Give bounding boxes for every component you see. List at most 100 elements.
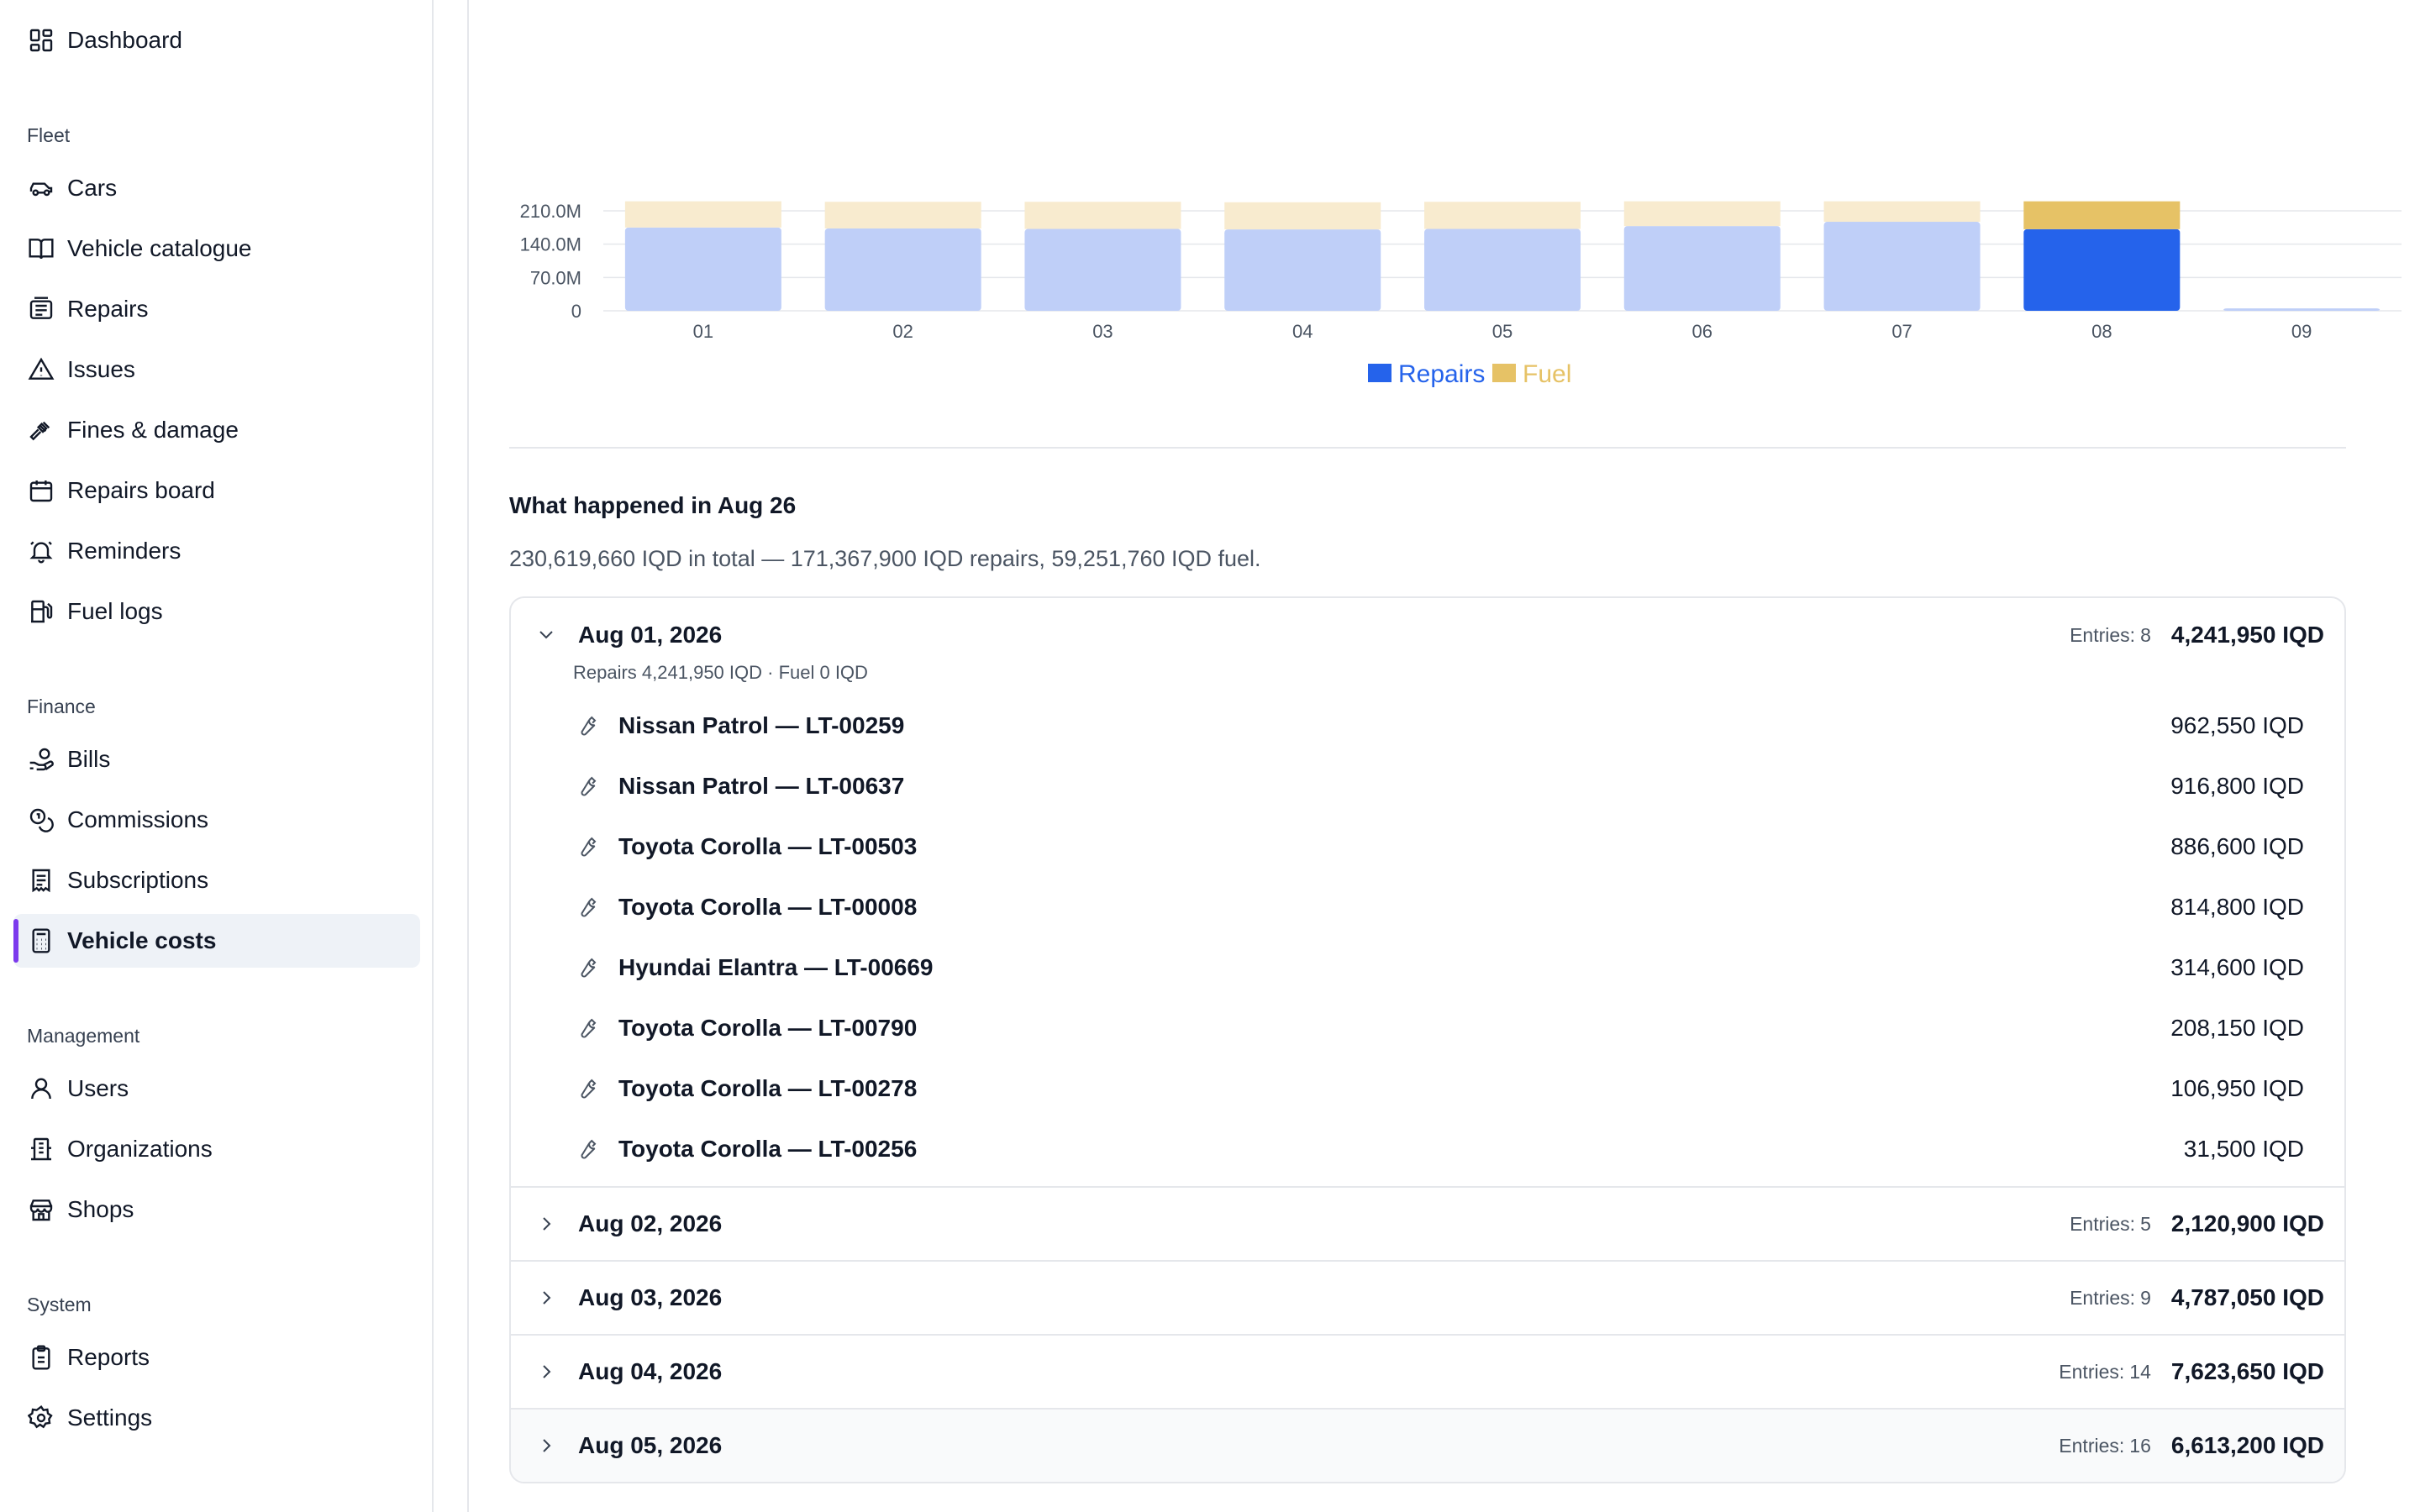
day-header[interactable]: Aug 01, 2026 Entries: 8 4,241,950 IQD xyxy=(511,598,2344,672)
chevron-down-icon[interactable] xyxy=(531,620,561,650)
bar-repairs xyxy=(2223,308,2381,311)
sidebar-item-cars[interactable]: Cars xyxy=(13,161,420,215)
sidebar-item-issues[interactable]: Issues xyxy=(13,343,420,396)
sidebar-item-commissions[interactable]: Commissions xyxy=(13,793,420,847)
wrench-icon xyxy=(573,773,600,800)
sidebar-item-repairs[interactable]: Repairs xyxy=(13,282,420,336)
chevron-right-icon[interactable] xyxy=(531,1283,561,1313)
bar-repairs xyxy=(1823,222,1981,311)
bar-repairs xyxy=(624,227,781,311)
building-icon xyxy=(27,1135,55,1163)
bar-fuel xyxy=(1224,202,1381,230)
sidebar-item-settings[interactable]: Settings xyxy=(13,1391,420,1445)
entry-amount: 106,950 IQD xyxy=(2170,1075,2304,1101)
sidebar-item-label: Users xyxy=(67,1075,129,1101)
sidebar-item-label: Vehicle catalogue xyxy=(67,235,252,261)
list-item[interactable]: Nissan Patrol — LT-00637 916,800 IQD xyxy=(511,756,2344,816)
hand-coins-icon xyxy=(27,745,55,774)
entries-count: 9 xyxy=(2140,1286,2151,1309)
x-tick-label: 04 xyxy=(1292,321,1313,342)
entry-amount: 916,800 IQD xyxy=(2170,773,2304,799)
sidebar-item-organizations[interactable]: Organizations xyxy=(13,1122,420,1176)
x-tick-label: 02 xyxy=(892,321,913,342)
sidebar-item-label: Bills xyxy=(67,746,111,772)
wrench-icon xyxy=(573,712,600,739)
section-label-finance: Finance xyxy=(27,696,96,717)
sidebar-item-vehicle-catalogue[interactable]: Vehicle catalogue xyxy=(13,222,420,276)
day-header[interactable]: Aug 05, 2026 Entries: 16 6,613,200 IQD xyxy=(511,1408,2344,1482)
bar-fuel xyxy=(624,201,781,228)
calendar-icon xyxy=(27,476,55,505)
vehicle-name: Toyota Corolla — LT-00256 xyxy=(618,1136,918,1162)
entries-label: Entries: xyxy=(2070,1286,2136,1309)
bar-fuel xyxy=(1024,202,1181,229)
entries-label: Entries: xyxy=(2059,1360,2125,1383)
list-item[interactable]: Toyota Corolla — LT-00503 886,600 IQD xyxy=(511,816,2344,877)
bar-fuel xyxy=(1623,201,1781,227)
entries-label: Entries: xyxy=(2059,1434,2125,1457)
day-header[interactable]: Aug 02, 2026 Entries: 5 2,120,900 IQD xyxy=(511,1186,2344,1260)
chevron-right-icon[interactable] xyxy=(531,1209,561,1239)
chevron-right-icon[interactable] xyxy=(531,1357,561,1387)
sidebar-item-dashboard[interactable]: Dashboard xyxy=(13,13,420,67)
bar-repairs xyxy=(1024,228,1181,311)
sidebar-item-label: Issues xyxy=(67,356,135,382)
bar-repairs xyxy=(1623,226,1781,311)
list-item[interactable]: Toyota Corolla — LT-00790 208,150 IQD xyxy=(511,998,2344,1058)
dashboard-icon xyxy=(27,26,55,55)
y-tick-label: 70.0M xyxy=(530,267,581,288)
list-item[interactable]: Toyota Corolla — LT-00008 814,800 IQD xyxy=(511,877,2344,937)
entry-amount: 962,550 IQD xyxy=(2170,712,2304,738)
sidebar: Dashboard Fleet Cars Vehicle catalogue R… xyxy=(0,0,434,1512)
y-tick-label: 210.0M xyxy=(520,201,581,222)
bar-fuel xyxy=(2023,201,2181,229)
vehicle-name: Toyota Corolla — LT-00008 xyxy=(618,894,918,920)
daily-breakdown: Aug 01, 2026 Entries: 8 4,241,950 IQD Re… xyxy=(509,596,2346,1483)
fuel-icon xyxy=(27,597,55,626)
wrench-icon xyxy=(573,833,600,860)
list-item[interactable]: Toyota Corolla — LT-00278 106,950 IQD xyxy=(511,1058,2344,1119)
x-tick-label: 01 xyxy=(693,321,713,342)
sidebar-item-users[interactable]: Users xyxy=(13,1062,420,1116)
legend-swatch-fuel xyxy=(1492,364,1516,382)
y-tick-label: 0 xyxy=(571,301,581,322)
list-item[interactable]: Toyota Corolla — LT-00256 31,500 IQD xyxy=(511,1119,2344,1179)
x-tick-label: 08 xyxy=(2091,321,2112,342)
sidebar-item-label: Reminders xyxy=(67,538,182,564)
chevron-right-icon[interactable] xyxy=(531,1431,561,1461)
sidebar-item-label: Shops xyxy=(67,1196,134,1222)
vehicle-name: Toyota Corolla — LT-00503 xyxy=(618,833,918,859)
entry-amount: 886,600 IQD xyxy=(2170,833,2304,859)
sidebar-item-label: Settings xyxy=(67,1404,153,1431)
entries-label: Entries: xyxy=(2070,623,2136,646)
sidebar-item-repairs-board[interactable]: Repairs board xyxy=(13,464,420,517)
vehicle-name: Toyota Corolla — LT-00278 xyxy=(618,1075,918,1101)
day-breakdown: Repairs 4,241,950 IQD · Fuel 0 IQD xyxy=(573,662,868,683)
section-label-system: System xyxy=(27,1294,92,1315)
day-header[interactable]: Aug 04, 2026 Entries: 14 7,623,650 IQD xyxy=(511,1334,2344,1408)
x-tick-label: 03 xyxy=(1092,321,1113,342)
day-total: 6,613,200 IQD xyxy=(2170,1432,2324,1458)
sidebar-item-reports[interactable]: Reports xyxy=(13,1331,420,1384)
sidebar-item-vehicle-costs[interactable]: Vehicle costs xyxy=(13,914,420,968)
section-label-fleet: Fleet xyxy=(27,124,71,146)
sidebar-item-bills[interactable]: Bills xyxy=(13,732,420,786)
x-tick-label: 05 xyxy=(1492,321,1512,342)
sidebar-item-fuel-logs[interactable]: Fuel logs xyxy=(13,585,420,638)
sidebar-item-label: Repairs board xyxy=(67,477,215,503)
day-header[interactable]: Aug 03, 2026 Entries: 9 4,787,050 IQD xyxy=(511,1260,2344,1334)
wrench-icon xyxy=(573,1136,600,1163)
day-date: Aug 03, 2026 xyxy=(578,1284,723,1310)
day-total: 7,623,650 IQD xyxy=(2170,1358,2324,1384)
sidebar-item-shops[interactable]: Shops xyxy=(13,1183,420,1236)
legend-swatch-repairs xyxy=(1368,364,1392,382)
main-content: 0 70.0M 140.0M 210.0M 01 02 03 04 05 06 07 08 09 Repa… xyxy=(467,0,2420,1512)
list-item[interactable]: Hyundai Elantra — LT-00669 314,600 IQD xyxy=(511,937,2344,998)
day-date: Aug 04, 2026 xyxy=(578,1358,723,1384)
sidebar-item-subscriptions[interactable]: Subscriptions xyxy=(13,853,420,907)
sidebar-item-reminders[interactable]: Reminders xyxy=(13,524,420,578)
vehicle-name: Nissan Patrol — LT-00259 xyxy=(618,712,905,738)
calculator-icon xyxy=(27,927,55,955)
sidebar-item-fines-damage[interactable]: Fines & damage xyxy=(13,403,420,457)
list-item[interactable]: Nissan Patrol — LT-00259 962,550 IQD xyxy=(511,696,2344,756)
